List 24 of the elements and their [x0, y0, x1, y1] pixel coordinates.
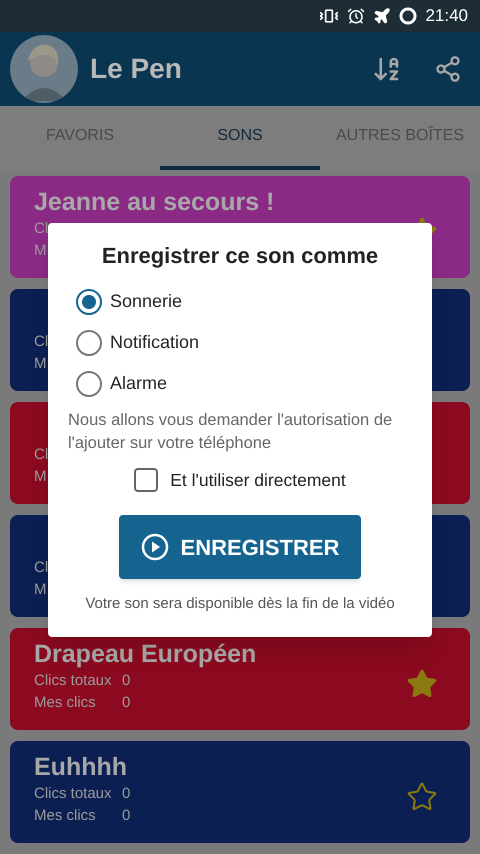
stat-value: 0 [122, 671, 130, 691]
sound-title: Euhhhh [34, 752, 128, 783]
stat-label: Cl [34, 558, 48, 578]
stat-value: 0 [122, 693, 130, 713]
stat-label: Mes clics [34, 806, 97, 826]
stat-label: Cl [34, 332, 48, 352]
stat-label: M [34, 241, 46, 261]
stat-label: M [34, 580, 46, 600]
sound-title: Drapeau Européen [34, 639, 256, 670]
clock: 21:40 [425, 5, 468, 28]
stat-value: 0 [122, 784, 130, 804]
app-title: Le Pen [90, 52, 183, 86]
sound-title: Jeanne au secours ! [34, 187, 274, 218]
stat-label: Clics totaux [34, 784, 113, 804]
stat-label: Mes clics [34, 693, 97, 713]
permission-message: Nous allons vous demander l'autorisation de l'ajouter sur votre téléphone [68, 410, 394, 454]
dialog-title: Enregistrer ce son comme [102, 242, 378, 270]
stat-label: M [34, 354, 46, 374]
stat-value: 0 [122, 806, 130, 826]
stat-label: Clics totaux [34, 671, 113, 691]
availability-note: Votre son sera disponible dès la fin de la vidéo [85, 594, 395, 614]
stat-label: Cl [34, 445, 48, 465]
stat-label: M [34, 467, 46, 487]
stat-label: Cl [34, 219, 48, 239]
